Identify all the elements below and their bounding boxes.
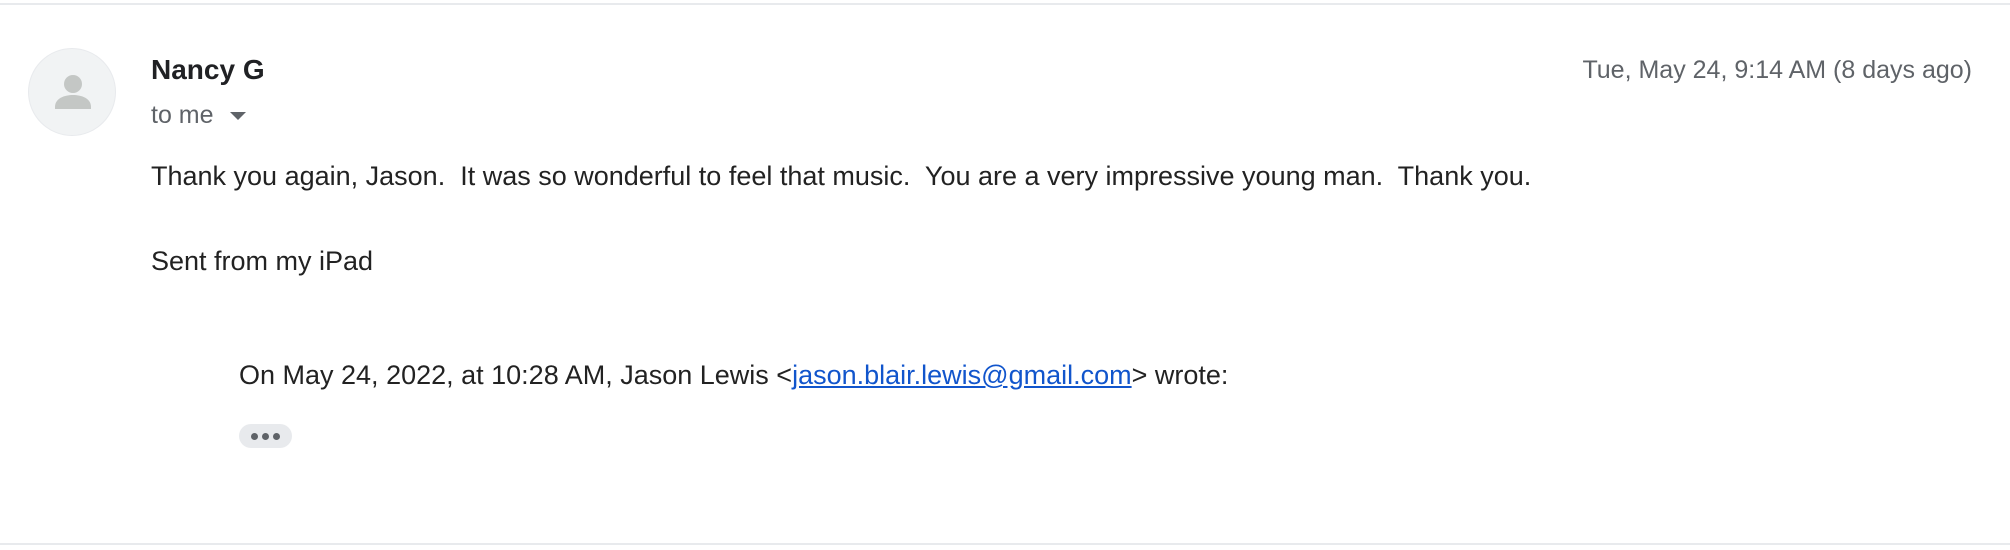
message-body-text: Thank you again, Jason. It was so wonder… [151,161,1532,191]
top-divider [0,3,2010,5]
sender-avatar[interactable] [28,48,116,136]
more-horiz-icon [251,432,258,440]
more-horiz-icon-dot [273,432,280,440]
quoted-message-header: On May 24, 2022, at 10:28 AM, Jason Lewi… [239,357,1228,393]
caret-down-icon[interactable] [229,112,246,120]
sender-name[interactable]: Nancy G [151,52,265,88]
quote-prefix: On May 24, 2022, at 10:28 AM, Jason Lewi… [239,360,793,390]
recipient-details-toggle[interactable]: to me [151,97,246,133]
person-icon [55,75,91,109]
quote-suffix: > wrote: [1131,360,1229,390]
bottom-divider [0,543,2010,545]
message-timestamp: Tue, May 24, 9:14 AM (8 days ago) [1582,56,1972,84]
recipient-label: to me [151,101,214,129]
more-horiz-icon-dot [262,432,269,440]
message-signature: Sent from my iPad [151,246,374,276]
show-trimmed-content-button[interactable] [239,424,292,448]
quoted-sender-email-link[interactable]: jason.blair.lewis@gmail.com [792,360,1132,390]
